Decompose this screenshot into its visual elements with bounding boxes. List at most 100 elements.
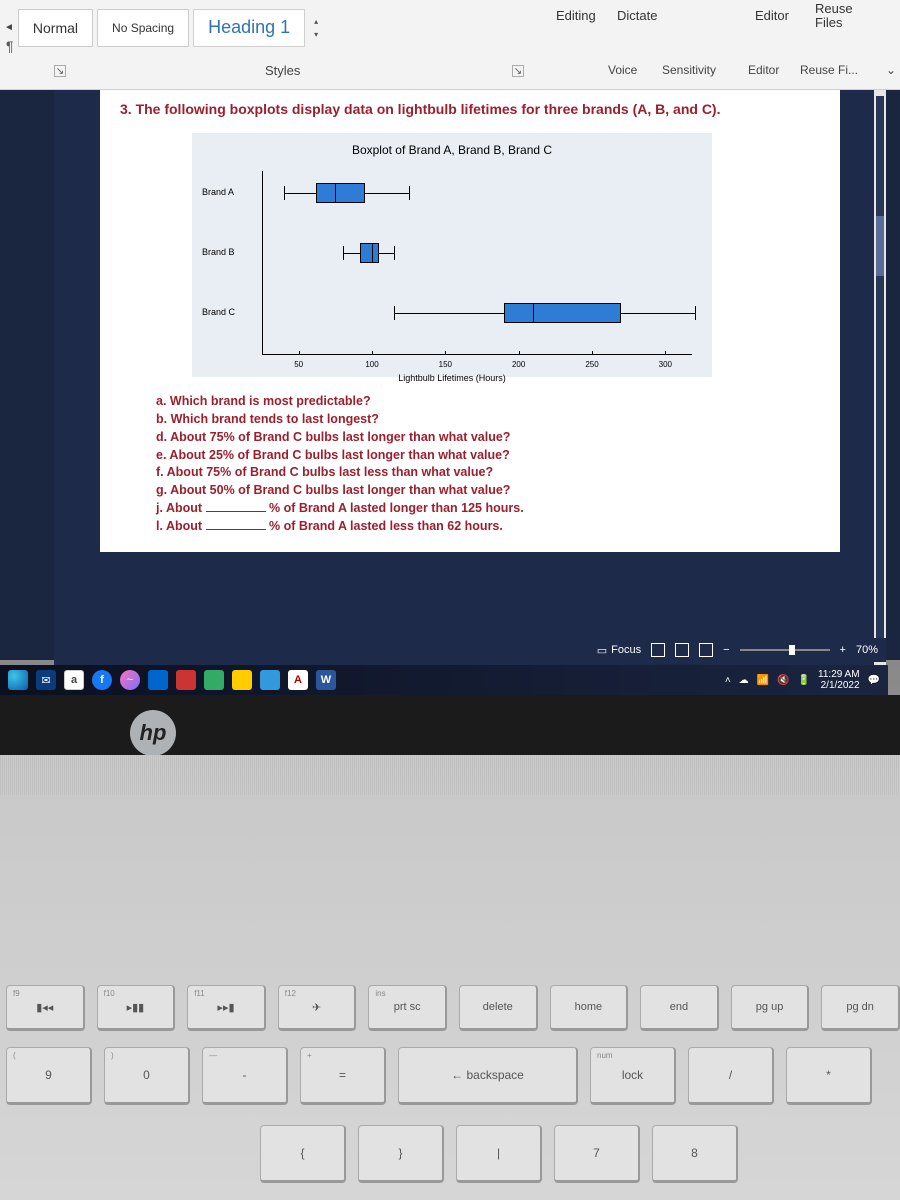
style-heading1[interactable]: Heading 1	[193, 9, 305, 47]
web-layout-icon[interactable]	[699, 643, 713, 657]
editor-button[interactable]: Editor	[755, 8, 789, 23]
key-delete[interactable]: delete	[459, 985, 538, 1031]
subquestion-line: b. Which brand tends to last longest?	[156, 411, 820, 428]
reuse-files-group-label: Reuse Fi...	[800, 63, 858, 77]
onedrive-icon[interactable]: ☁	[739, 675, 749, 686]
subquestions-list: a. Which brand is most predictable?b. Wh…	[100, 385, 840, 552]
key-[interactable]: |	[456, 1125, 542, 1183]
amazon-icon[interactable]: a	[64, 670, 84, 690]
key-[interactable]: f10▸▮▮	[97, 985, 176, 1031]
key-lock[interactable]: numlock	[590, 1047, 676, 1105]
word-status-bar: ▭ Focus − + 70%	[54, 638, 886, 662]
question-text: 3. The following boxplots display data o…	[100, 90, 840, 125]
x-tick	[445, 351, 446, 355]
key-9[interactable]: (9	[6, 1047, 92, 1105]
fill-blank	[206, 520, 266, 530]
ribbon-collapse-icon[interactable]: ⌄	[886, 63, 896, 77]
key-[interactable]: f9▮◂◂	[6, 985, 85, 1031]
editing-menu[interactable]: Editing	[556, 8, 596, 23]
style-gallery-nav[interactable]: ▴▾	[309, 17, 323, 39]
x-tick-label: 100	[365, 360, 378, 369]
key-[interactable]: +=	[300, 1047, 386, 1105]
laptop-deck: f9▮◂◂ f10▸▮▮f11▸▸▮ f12✈insprt sc delete home…	[0, 755, 900, 1200]
boxplot-brand-a	[202, 183, 702, 203]
facebook-icon[interactable]: f	[92, 670, 112, 690]
x-tick-label: 50	[294, 360, 303, 369]
read-mode-icon[interactable]	[651, 643, 665, 657]
key-prtsc[interactable]: insprt sc	[368, 985, 447, 1031]
x-tick-label: 250	[585, 360, 598, 369]
mail-icon[interactable]: ✉	[36, 670, 56, 690]
volume-mute-icon[interactable]: 🔇	[777, 675, 789, 686]
tray-chevron-icon[interactable]: ˄	[725, 675, 731, 686]
paragraph-launcher-icon[interactable]: ↘	[54, 65, 66, 77]
messenger-icon[interactable]: ~	[120, 670, 140, 690]
reuse-files-button[interactable]: Reuse Files	[815, 2, 853, 31]
key-pgdn[interactable]: pg dn	[821, 985, 900, 1031]
sensitivity-group-label: Sensitivity	[662, 63, 716, 77]
x-tick-label: 150	[439, 360, 452, 369]
boxplot-chart: Boxplot of Brand A, Brand B, Brand C Lig…	[192, 133, 712, 377]
system-clock[interactable]: 11:29 AM 2/1/2022	[818, 669, 860, 691]
editor-group-label: Editor	[748, 63, 779, 77]
zoom-level[interactable]: 70%	[856, 644, 878, 656]
zoom-slider[interactable]	[740, 649, 830, 651]
zoom-out-button[interactable]: −	[723, 644, 729, 656]
taskbar-app-3[interactable]	[204, 670, 224, 690]
boxplot-brand-c	[202, 303, 702, 323]
key-[interactable]: }	[358, 1125, 444, 1183]
edge-icon[interactable]	[8, 670, 28, 690]
key-pgup[interactable]: pg up	[731, 985, 810, 1031]
battery-icon[interactable]: 🔋	[798, 675, 810, 686]
style-normal[interactable]: Normal	[18, 9, 93, 47]
subquestion-line: g. About 50% of Brand C bulbs last longe…	[156, 482, 820, 499]
key-end[interactable]: end	[640, 985, 719, 1031]
pilcrow-icon[interactable]: ¶	[6, 38, 14, 54]
boxplot-brand-b	[202, 243, 702, 263]
document-viewport: 3. The following boxplots display data o…	[54, 90, 886, 665]
styles-launcher-icon[interactable]: ↘	[512, 65, 524, 77]
subquestion-line: l. About % of Brand A lasted less than 6…	[156, 518, 820, 535]
style-no-spacing[interactable]: No Spacing	[97, 9, 189, 47]
x-tick	[299, 351, 300, 355]
voice-group-label: Voice	[608, 63, 637, 77]
key-[interactable]: —-	[202, 1047, 288, 1105]
windows-taskbar: ✉ a f ~ A W ˄ ☁ 📶 🔇 🔋 11:29 AM 2/1/2022 …	[0, 665, 888, 695]
x-axis	[262, 354, 692, 355]
focus-mode-button[interactable]: ▭ Focus	[597, 644, 641, 657]
x-axis-label: Lightbulb Lifetimes (Hours)	[202, 373, 702, 383]
wifi-icon[interactable]: 📶	[757, 675, 769, 686]
key-8[interactable]: 8	[652, 1125, 738, 1183]
taskbar-app-6[interactable]: A	[288, 670, 308, 690]
key-[interactable]: *	[786, 1047, 872, 1105]
subquestion-line: d. About 75% of Brand C bulbs last longe…	[156, 429, 820, 446]
zoom-in-button[interactable]: +	[840, 644, 846, 656]
key-0[interactable]: )0	[104, 1047, 190, 1105]
x-tick-label: 200	[512, 360, 525, 369]
taskbar-app-1[interactable]	[148, 670, 168, 690]
key-7[interactable]: 7	[554, 1125, 640, 1183]
taskbar-app-4[interactable]	[232, 670, 252, 690]
subquestion-line: j. About % of Brand A lasted longer than…	[156, 500, 820, 517]
print-layout-icon[interactable]	[675, 643, 689, 657]
key-home[interactable]: home	[550, 985, 629, 1031]
taskbar-app-2[interactable]	[176, 670, 196, 690]
fill-blank	[206, 502, 266, 512]
subquestion-line: a. Which brand is most predictable?	[156, 393, 820, 410]
x-tick-label: 300	[659, 360, 672, 369]
subquestion-line: f. About 75% of Brand C bulbs last less …	[156, 464, 820, 481]
key-[interactable]: f11▸▸▮	[187, 985, 266, 1031]
x-tick	[372, 351, 373, 355]
notifications-icon[interactable]: 💬	[868, 675, 880, 686]
word-icon[interactable]: W	[316, 670, 336, 690]
document-scrollbar[interactable]	[876, 96, 884, 656]
nav-left-icon[interactable]: ◄	[4, 22, 14, 33]
document-page: 3. The following boxplots display data o…	[100, 90, 840, 552]
key-[interactable]: f12✈	[278, 985, 357, 1031]
key-backspace[interactable]: ← backspace	[398, 1047, 578, 1105]
dictate-button[interactable]: Dictate	[617, 8, 657, 23]
taskbar-app-5[interactable]	[260, 670, 280, 690]
key-[interactable]: /	[688, 1047, 774, 1105]
chart-title: Boxplot of Brand A, Brand B, Brand C	[202, 143, 702, 157]
key-[interactable]: {	[260, 1125, 346, 1183]
